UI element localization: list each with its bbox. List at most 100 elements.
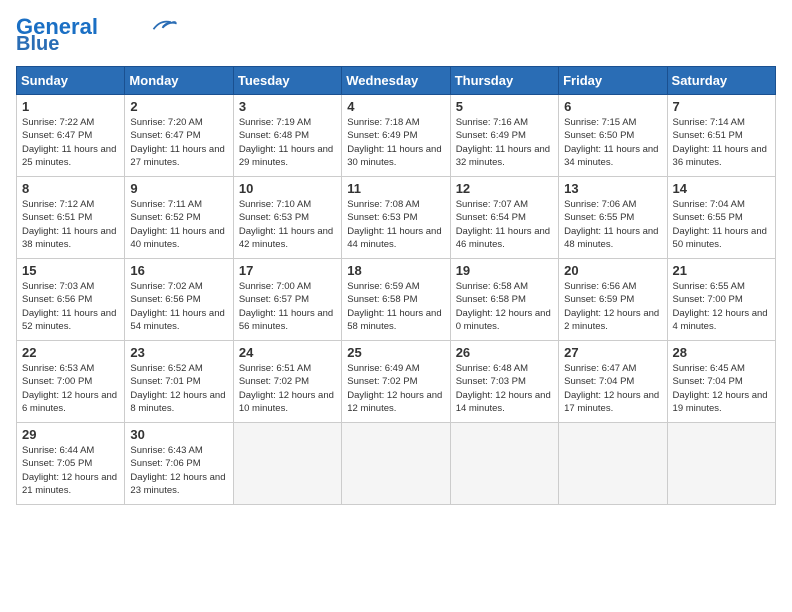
- calendar-cell: 25 Sunrise: 6:49 AM Sunset: 7:02 PM Dayli…: [342, 341, 450, 423]
- day-number: 9: [130, 181, 227, 196]
- calendar-cell: 3 Sunrise: 7:19 AM Sunset: 6:48 PM Daylig…: [233, 95, 341, 177]
- calendar-cell: 22 Sunrise: 6:53 AM Sunset: 7:00 PM Dayli…: [17, 341, 125, 423]
- calendar-cell: 15 Sunrise: 7:03 AM Sunset: 6:56 PM Dayli…: [17, 259, 125, 341]
- calendar-cell: 7 Sunrise: 7:14 AM Sunset: 6:51 PM Daylig…: [667, 95, 775, 177]
- calendar-cell: [233, 423, 341, 505]
- calendar-week-1: 8 Sunrise: 7:12 AM Sunset: 6:51 PM Daylig…: [17, 177, 776, 259]
- day-number: 15: [22, 263, 119, 278]
- day-info: Sunrise: 7:07 AM Sunset: 6:54 PM Dayligh…: [456, 198, 553, 251]
- weekday-sunday: Sunday: [17, 67, 125, 95]
- day-info: Sunrise: 7:10 AM Sunset: 6:53 PM Dayligh…: [239, 198, 336, 251]
- day-info: Sunrise: 6:45 AM Sunset: 7:04 PM Dayligh…: [673, 362, 770, 415]
- day-number: 5: [456, 99, 553, 114]
- day-info: Sunrise: 6:55 AM Sunset: 7:00 PM Dayligh…: [673, 280, 770, 333]
- day-number: 23: [130, 345, 227, 360]
- day-info: Sunrise: 7:08 AM Sunset: 6:53 PM Dayligh…: [347, 198, 444, 251]
- day-info: Sunrise: 6:52 AM Sunset: 7:01 PM Dayligh…: [130, 362, 227, 415]
- day-info: Sunrise: 7:20 AM Sunset: 6:47 PM Dayligh…: [130, 116, 227, 169]
- day-number: 6: [564, 99, 661, 114]
- day-info: Sunrise: 6:53 AM Sunset: 7:00 PM Dayligh…: [22, 362, 119, 415]
- logo-bird-icon: [150, 16, 178, 34]
- calendar-cell: 26 Sunrise: 6:48 AM Sunset: 7:03 PM Dayli…: [450, 341, 558, 423]
- day-info: Sunrise: 7:11 AM Sunset: 6:52 PM Dayligh…: [130, 198, 227, 251]
- day-number: 29: [22, 427, 119, 442]
- day-number: 24: [239, 345, 336, 360]
- day-info: Sunrise: 7:19 AM Sunset: 6:48 PM Dayligh…: [239, 116, 336, 169]
- day-info: Sunrise: 7:12 AM Sunset: 6:51 PM Dayligh…: [22, 198, 119, 251]
- day-number: 12: [456, 181, 553, 196]
- calendar-cell: [559, 423, 667, 505]
- calendar-cell: 12 Sunrise: 7:07 AM Sunset: 6:54 PM Dayli…: [450, 177, 558, 259]
- calendar-cell: [342, 423, 450, 505]
- day-info: Sunrise: 7:02 AM Sunset: 6:56 PM Dayligh…: [130, 280, 227, 333]
- day-info: Sunrise: 6:56 AM Sunset: 6:59 PM Dayligh…: [564, 280, 661, 333]
- calendar-cell: 30 Sunrise: 6:43 AM Sunset: 7:06 PM Dayli…: [125, 423, 233, 505]
- day-number: 21: [673, 263, 770, 278]
- calendar-cell: 14 Sunrise: 7:04 AM Sunset: 6:55 PM Dayli…: [667, 177, 775, 259]
- day-info: Sunrise: 7:22 AM Sunset: 6:47 PM Dayligh…: [22, 116, 119, 169]
- day-number: 19: [456, 263, 553, 278]
- weekday-saturday: Saturday: [667, 67, 775, 95]
- calendar-cell: 29 Sunrise: 6:44 AM Sunset: 7:05 PM Dayli…: [17, 423, 125, 505]
- calendar-cell: 18 Sunrise: 6:59 AM Sunset: 6:58 PM Dayli…: [342, 259, 450, 341]
- calendar-cell: 4 Sunrise: 7:18 AM Sunset: 6:49 PM Daylig…: [342, 95, 450, 177]
- day-number: 13: [564, 181, 661, 196]
- calendar-cell: 13 Sunrise: 7:06 AM Sunset: 6:55 PM Dayli…: [559, 177, 667, 259]
- calendar-cell: 11 Sunrise: 7:08 AM Sunset: 6:53 PM Dayli…: [342, 177, 450, 259]
- weekday-header-row: SundayMondayTuesdayWednesdayThursdayFrid…: [17, 67, 776, 95]
- calendar-cell: 24 Sunrise: 6:51 AM Sunset: 7:02 PM Dayli…: [233, 341, 341, 423]
- calendar-cell: 27 Sunrise: 6:47 AM Sunset: 7:04 PM Dayli…: [559, 341, 667, 423]
- weekday-thursday: Thursday: [450, 67, 558, 95]
- day-number: 18: [347, 263, 444, 278]
- day-number: 2: [130, 99, 227, 114]
- day-number: 11: [347, 181, 444, 196]
- day-number: 30: [130, 427, 227, 442]
- calendar-cell: [667, 423, 775, 505]
- day-number: 27: [564, 345, 661, 360]
- day-info: Sunrise: 6:49 AM Sunset: 7:02 PM Dayligh…: [347, 362, 444, 415]
- weekday-tuesday: Tuesday: [233, 67, 341, 95]
- day-number: 4: [347, 99, 444, 114]
- calendar-cell: 6 Sunrise: 7:15 AM Sunset: 6:50 PM Daylig…: [559, 95, 667, 177]
- day-number: 22: [22, 345, 119, 360]
- day-info: Sunrise: 6:48 AM Sunset: 7:03 PM Dayligh…: [456, 362, 553, 415]
- day-info: Sunrise: 7:03 AM Sunset: 6:56 PM Dayligh…: [22, 280, 119, 333]
- weekday-wednesday: Wednesday: [342, 67, 450, 95]
- day-info: Sunrise: 7:06 AM Sunset: 6:55 PM Dayligh…: [564, 198, 661, 251]
- day-number: 3: [239, 99, 336, 114]
- day-info: Sunrise: 7:18 AM Sunset: 6:49 PM Dayligh…: [347, 116, 444, 169]
- day-number: 14: [673, 181, 770, 196]
- day-info: Sunrise: 7:15 AM Sunset: 6:50 PM Dayligh…: [564, 116, 661, 169]
- day-number: 17: [239, 263, 336, 278]
- weekday-monday: Monday: [125, 67, 233, 95]
- weekday-friday: Friday: [559, 67, 667, 95]
- day-info: Sunrise: 6:51 AM Sunset: 7:02 PM Dayligh…: [239, 362, 336, 415]
- calendar-cell: 23 Sunrise: 6:52 AM Sunset: 7:01 PM Dayli…: [125, 341, 233, 423]
- day-number: 26: [456, 345, 553, 360]
- calendar-cell: 28Sunrise: 6:45 AM Sunset: 7:04 PM Dayli…: [667, 341, 775, 423]
- day-number: 16: [130, 263, 227, 278]
- day-number: 10: [239, 181, 336, 196]
- calendar-cell: 21 Sunrise: 6:55 AM Sunset: 7:00 PM Dayli…: [667, 259, 775, 341]
- calendar-cell: 2 Sunrise: 7:20 AM Sunset: 6:47 PM Daylig…: [125, 95, 233, 177]
- calendar-cell: 9 Sunrise: 7:11 AM Sunset: 6:52 PM Daylig…: [125, 177, 233, 259]
- day-info: Sunrise: 7:04 AM Sunset: 6:55 PM Dayligh…: [673, 198, 770, 251]
- day-info: Sunrise: 7:14 AM Sunset: 6:51 PM Dayligh…: [673, 116, 770, 169]
- day-info: Sunrise: 6:43 AM Sunset: 7:06 PM Dayligh…: [130, 444, 227, 497]
- logo: General Blue: [16, 16, 178, 54]
- calendar-cell: 5Sunrise: 7:16 AM Sunset: 6:49 PM Daylig…: [450, 95, 558, 177]
- day-info: Sunrise: 6:47 AM Sunset: 7:04 PM Dayligh…: [564, 362, 661, 415]
- calendar-body: 1 Sunrise: 7:22 AM Sunset: 6:47 PM Daylig…: [17, 95, 776, 505]
- day-info: Sunrise: 7:00 AM Sunset: 6:57 PM Dayligh…: [239, 280, 336, 333]
- calendar-week-3: 22 Sunrise: 6:53 AM Sunset: 7:00 PM Dayli…: [17, 341, 776, 423]
- calendar-table: SundayMondayTuesdayWednesdayThursdayFrid…: [16, 66, 776, 505]
- day-info: Sunrise: 6:59 AM Sunset: 6:58 PM Dayligh…: [347, 280, 444, 333]
- day-number: 7: [673, 99, 770, 114]
- day-number: 25: [347, 345, 444, 360]
- calendar-week-4: 29 Sunrise: 6:44 AM Sunset: 7:05 PM Dayli…: [17, 423, 776, 505]
- day-number: 8: [22, 181, 119, 196]
- day-number: 1: [22, 99, 119, 114]
- calendar-cell: 17 Sunrise: 7:00 AM Sunset: 6:57 PM Dayli…: [233, 259, 341, 341]
- logo-blue-text: Blue: [16, 34, 59, 54]
- day-info: Sunrise: 6:44 AM Sunset: 7:05 PM Dayligh…: [22, 444, 119, 497]
